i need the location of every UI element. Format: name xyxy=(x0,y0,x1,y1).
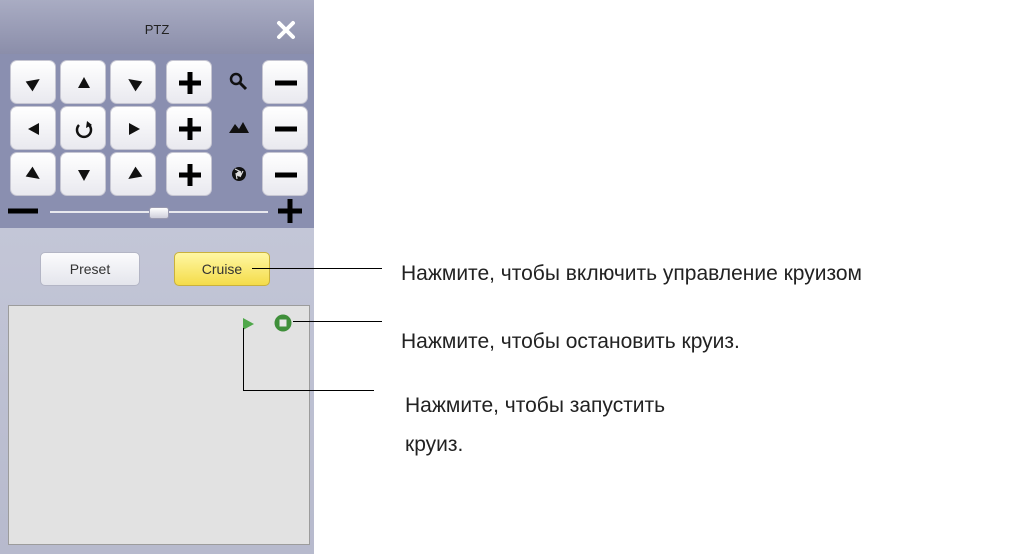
arrow-up-right-icon xyxy=(128,78,143,92)
pan-up-left-button[interactable] xyxy=(10,60,56,104)
arrow-down-left-icon xyxy=(25,166,40,180)
auto-pan-icon xyxy=(75,121,93,139)
ptz-panel: PTZ Preset Cruise xyxy=(0,0,314,554)
stop-icon xyxy=(274,314,292,332)
zoom-out-button[interactable] xyxy=(262,60,308,104)
pan-right-button[interactable] xyxy=(110,106,156,150)
close-button[interactable] xyxy=(270,16,302,46)
callout-line-start xyxy=(243,390,374,391)
cruise-tab-button[interactable]: Cruise xyxy=(174,252,270,286)
pan-down-right-button[interactable] xyxy=(110,152,156,196)
minus-icon xyxy=(275,126,297,132)
speed-increase-button[interactable] xyxy=(270,196,310,226)
cruise-list[interactable] xyxy=(8,305,310,545)
iris-open-button[interactable] xyxy=(166,152,212,196)
plus-icon xyxy=(179,72,201,94)
pan-up-button[interactable] xyxy=(60,60,106,104)
pan-left-button[interactable] xyxy=(10,106,56,150)
callout-line-start-vertical xyxy=(243,328,244,391)
minus-icon xyxy=(8,208,38,214)
pan-down-left-button[interactable] xyxy=(10,152,56,196)
stop-cruise-button[interactable] xyxy=(273,313,293,333)
speed-decrease-button[interactable] xyxy=(4,196,44,226)
pan-up-right-button[interactable] xyxy=(110,60,156,104)
focus-near-button[interactable] xyxy=(166,106,212,150)
focus-icon xyxy=(216,106,262,150)
close-icon xyxy=(277,21,295,39)
callout-line-stop xyxy=(293,321,382,322)
callout-stop-cruise: Нажмите, чтобы остановить круиз. xyxy=(401,330,740,353)
callout-start-cruise-line2: круиз. xyxy=(405,433,464,456)
zoom-icon xyxy=(216,60,262,104)
arrow-down-icon xyxy=(78,170,90,181)
callout-line-cruise xyxy=(252,268,382,269)
arrow-right-icon xyxy=(129,123,140,135)
arrow-up-icon xyxy=(78,77,90,88)
minus-icon xyxy=(275,80,297,86)
focus-far-button[interactable] xyxy=(262,106,308,150)
minus-icon xyxy=(275,172,297,178)
slider-thumb[interactable] xyxy=(149,207,169,219)
pan-down-button[interactable] xyxy=(60,152,106,196)
panel-title: PTZ xyxy=(144,22,170,37)
callout-cruise-control: Нажмите, чтобы включить управление круиз… xyxy=(401,262,862,285)
plus-icon xyxy=(179,164,201,186)
arrow-down-right-icon xyxy=(128,166,143,180)
iris-close-button[interactable] xyxy=(262,152,308,196)
auto-pan-button[interactable] xyxy=(60,106,106,150)
arrow-left-icon xyxy=(28,123,39,135)
zoom-in-button[interactable] xyxy=(166,60,212,104)
arrow-up-left-icon xyxy=(25,78,40,92)
ptz-titlebar: PTZ xyxy=(0,0,314,54)
plus-icon xyxy=(278,199,302,223)
plus-icon xyxy=(179,118,201,140)
iris-icon xyxy=(216,152,262,196)
preset-tab-button[interactable]: Preset xyxy=(40,252,140,286)
callout-start-cruise-line1: Нажмите, чтобы запустить xyxy=(405,394,666,417)
